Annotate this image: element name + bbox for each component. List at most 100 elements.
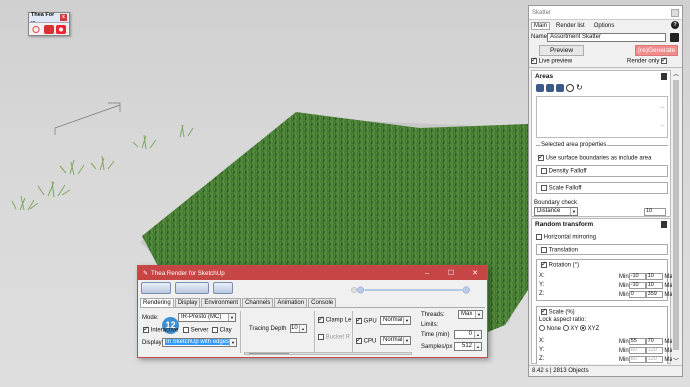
horizontal-scrollbar[interactable] [244, 352, 412, 355]
scale-y-min[interactable]: 80 [628, 347, 646, 354]
minimize-button[interactable]: – [415, 270, 439, 277]
radio-xyz[interactable]: XYZ [579, 325, 599, 332]
maximize-button[interactable]: ☐ [439, 269, 463, 277]
save-icon[interactable] [670, 33, 679, 42]
boundary-distance-input[interactable]: 10 [644, 208, 666, 216]
thea-logo-icon[interactable] [56, 25, 66, 34]
gpu-priority-select[interactable]: Normal ▼ [380, 316, 411, 325]
lock-aspect-label: Lock aspect ratio: [539, 317, 587, 323]
tab-main[interactable]: Main [531, 21, 551, 30]
cpu-priority-select[interactable]: Normal ▼ [380, 336, 411, 345]
skatter-titlebar[interactable]: Skatter [529, 6, 682, 20]
camera-icon[interactable] [175, 282, 209, 294]
chevron-down-icon: ▼ [229, 339, 236, 346]
pin-icon[interactable] [661, 73, 667, 80]
axis-label: X: [539, 338, 545, 344]
scroll-up-icon[interactable]: ︿ [673, 69, 679, 78]
render-folder-icon[interactable] [44, 25, 54, 34]
radio-none[interactable]: None [539, 325, 561, 332]
rotation-y-min[interactable]: -10 [628, 282, 646, 289]
threads-select[interactable]: Max ▼ [458, 310, 483, 319]
spinner-icon[interactable]: ▴ [474, 331, 481, 338]
scroll-down-icon[interactable]: ﹀ [660, 124, 665, 131]
scale-checkbox[interactable]: Scale (%) [541, 307, 575, 316]
tab-environment[interactable]: Environment [201, 298, 242, 307]
live-preview-checkbox[interactable]: Live preview [531, 56, 572, 65]
bucket-checkbox[interactable]: Bucket R [318, 334, 350, 341]
clay-checkbox[interactable]: Clay [212, 327, 232, 334]
regenerate-button[interactable]: (re)Generate [635, 45, 678, 56]
window-icon[interactable] [213, 282, 233, 294]
mode-select[interactable]: IR-Presto (MC) ▼ [178, 313, 236, 322]
horizontal-mirroring-checkbox[interactable]: Horizontal mirroring [536, 234, 596, 241]
use-surface-boundaries-checkbox[interactable]: Use surface boundaries as include area [538, 153, 651, 162]
server-checkbox[interactable]: Server [183, 327, 208, 334]
tab-console[interactable]: Console [308, 298, 337, 307]
status-bar: 8.42 s | 2813 Objects [529, 365, 682, 376]
render-only-checkbox[interactable]: Render only [627, 56, 668, 65]
gpu-checkbox[interactable]: GPU [356, 316, 377, 325]
translation-checkbox[interactable]: Translation [541, 247, 578, 254]
scale-x-max[interactable]: 70 [645, 338, 663, 345]
tab-rendering[interactable]: Rendering [140, 298, 174, 307]
tab-animation[interactable]: Animation [274, 298, 308, 307]
clamp-checkbox[interactable]: Clamp Le [318, 315, 351, 324]
samples-label: Samples/px [421, 344, 453, 350]
pin-icon[interactable] [661, 221, 667, 228]
interactive-checkbox[interactable]: Interactive [143, 325, 178, 334]
cpu-priority-value: Normal [383, 337, 403, 343]
areas-list[interactable]: ︿ ﹀ [536, 96, 668, 138]
spinner-icon[interactable]: ▴ [299, 325, 306, 332]
tab-channels[interactable]: Channels [242, 298, 274, 307]
rotation-z-min[interactable]: 0 [628, 291, 646, 298]
scroll-up-icon[interactable]: ︿ [660, 103, 665, 110]
rotation-checkbox[interactable]: Rotation (°) [541, 260, 579, 269]
rotation-x-min[interactable]: -10 [628, 273, 646, 280]
remove-icon[interactable] [566, 84, 574, 92]
scale-falloff-checkbox[interactable]: Scale Falloff [541, 185, 582, 192]
rotation-z-max[interactable]: 359 [645, 291, 663, 298]
scale-z-max[interactable]: 120 [645, 356, 663, 363]
display-select[interactable]: In SketchUp with edges ▼ [162, 338, 237, 347]
render-icon[interactable] [141, 282, 171, 294]
tab-render-list[interactable]: Render list [553, 22, 588, 30]
tab-options[interactable]: Options [591, 22, 618, 30]
rotation-y-max[interactable]: 10 [645, 282, 663, 289]
spinner-icon[interactable]: ▴ [474, 343, 481, 350]
samples-stepper[interactable]: 512 ▴ [454, 342, 482, 351]
areas-section: Areas ↻ ︿ ﹀ Selected area properties Use… [531, 70, 671, 217]
preview-button[interactable]: Preview [539, 45, 584, 56]
skatter-scrollbar[interactable]: ︿ ﹀ [672, 68, 680, 366]
scroll-thumb[interactable] [673, 80, 679, 350]
cpu-checkbox[interactable]: CPU [356, 336, 376, 345]
scroll-down-icon[interactable]: ﹀ [673, 356, 679, 365]
thea-mini-titlebar[interactable]: Thea For ... x [29, 12, 69, 24]
add-area-icon[interactable] [536, 84, 544, 92]
display-value: In SketchUp with edges [165, 339, 231, 345]
tab-display[interactable]: Display [174, 298, 201, 307]
refresh-icon[interactable]: ↻ [576, 84, 584, 92]
thea-titlebar[interactable]: ✎ Thea Render for SketchUp – ☐ ✕ [138, 266, 487, 280]
add-exclude-icon[interactable] [546, 84, 554, 92]
tracing-depth-label: Tracing Depth [249, 326, 287, 332]
scale-x-min[interactable]: 55 [628, 338, 646, 345]
density-falloff-label: Density Falloff [548, 168, 587, 175]
min-label: Min [619, 357, 629, 364]
boundary-check-select[interactable]: Distance ▼ [534, 207, 578, 216]
ir-camera-icon[interactable] [32, 25, 42, 34]
density-falloff-checkbox[interactable]: Density Falloff [541, 168, 587, 175]
progress-track[interactable] [336, 286, 486, 294]
radio-xy[interactable]: XY [562, 325, 578, 332]
close-icon[interactable] [671, 9, 679, 17]
time-stepper[interactable]: 0 ▴ [454, 330, 482, 339]
help-icon[interactable]: ? [671, 21, 679, 29]
scroll-thumb[interactable] [249, 353, 289, 354]
tracing-depth-stepper[interactable]: 10 ▴ [290, 324, 307, 333]
scale-z-min[interactable]: 80 [628, 356, 646, 363]
close-button[interactable]: ✕ [463, 269, 487, 277]
name-input[interactable]: Assortment Skatter [547, 33, 666, 42]
select-area-icon[interactable] [556, 84, 564, 92]
rotation-x-max[interactable]: 10 [645, 273, 663, 280]
close-icon[interactable]: x [60, 14, 67, 21]
scale-y-max[interactable]: 120 [645, 347, 663, 354]
